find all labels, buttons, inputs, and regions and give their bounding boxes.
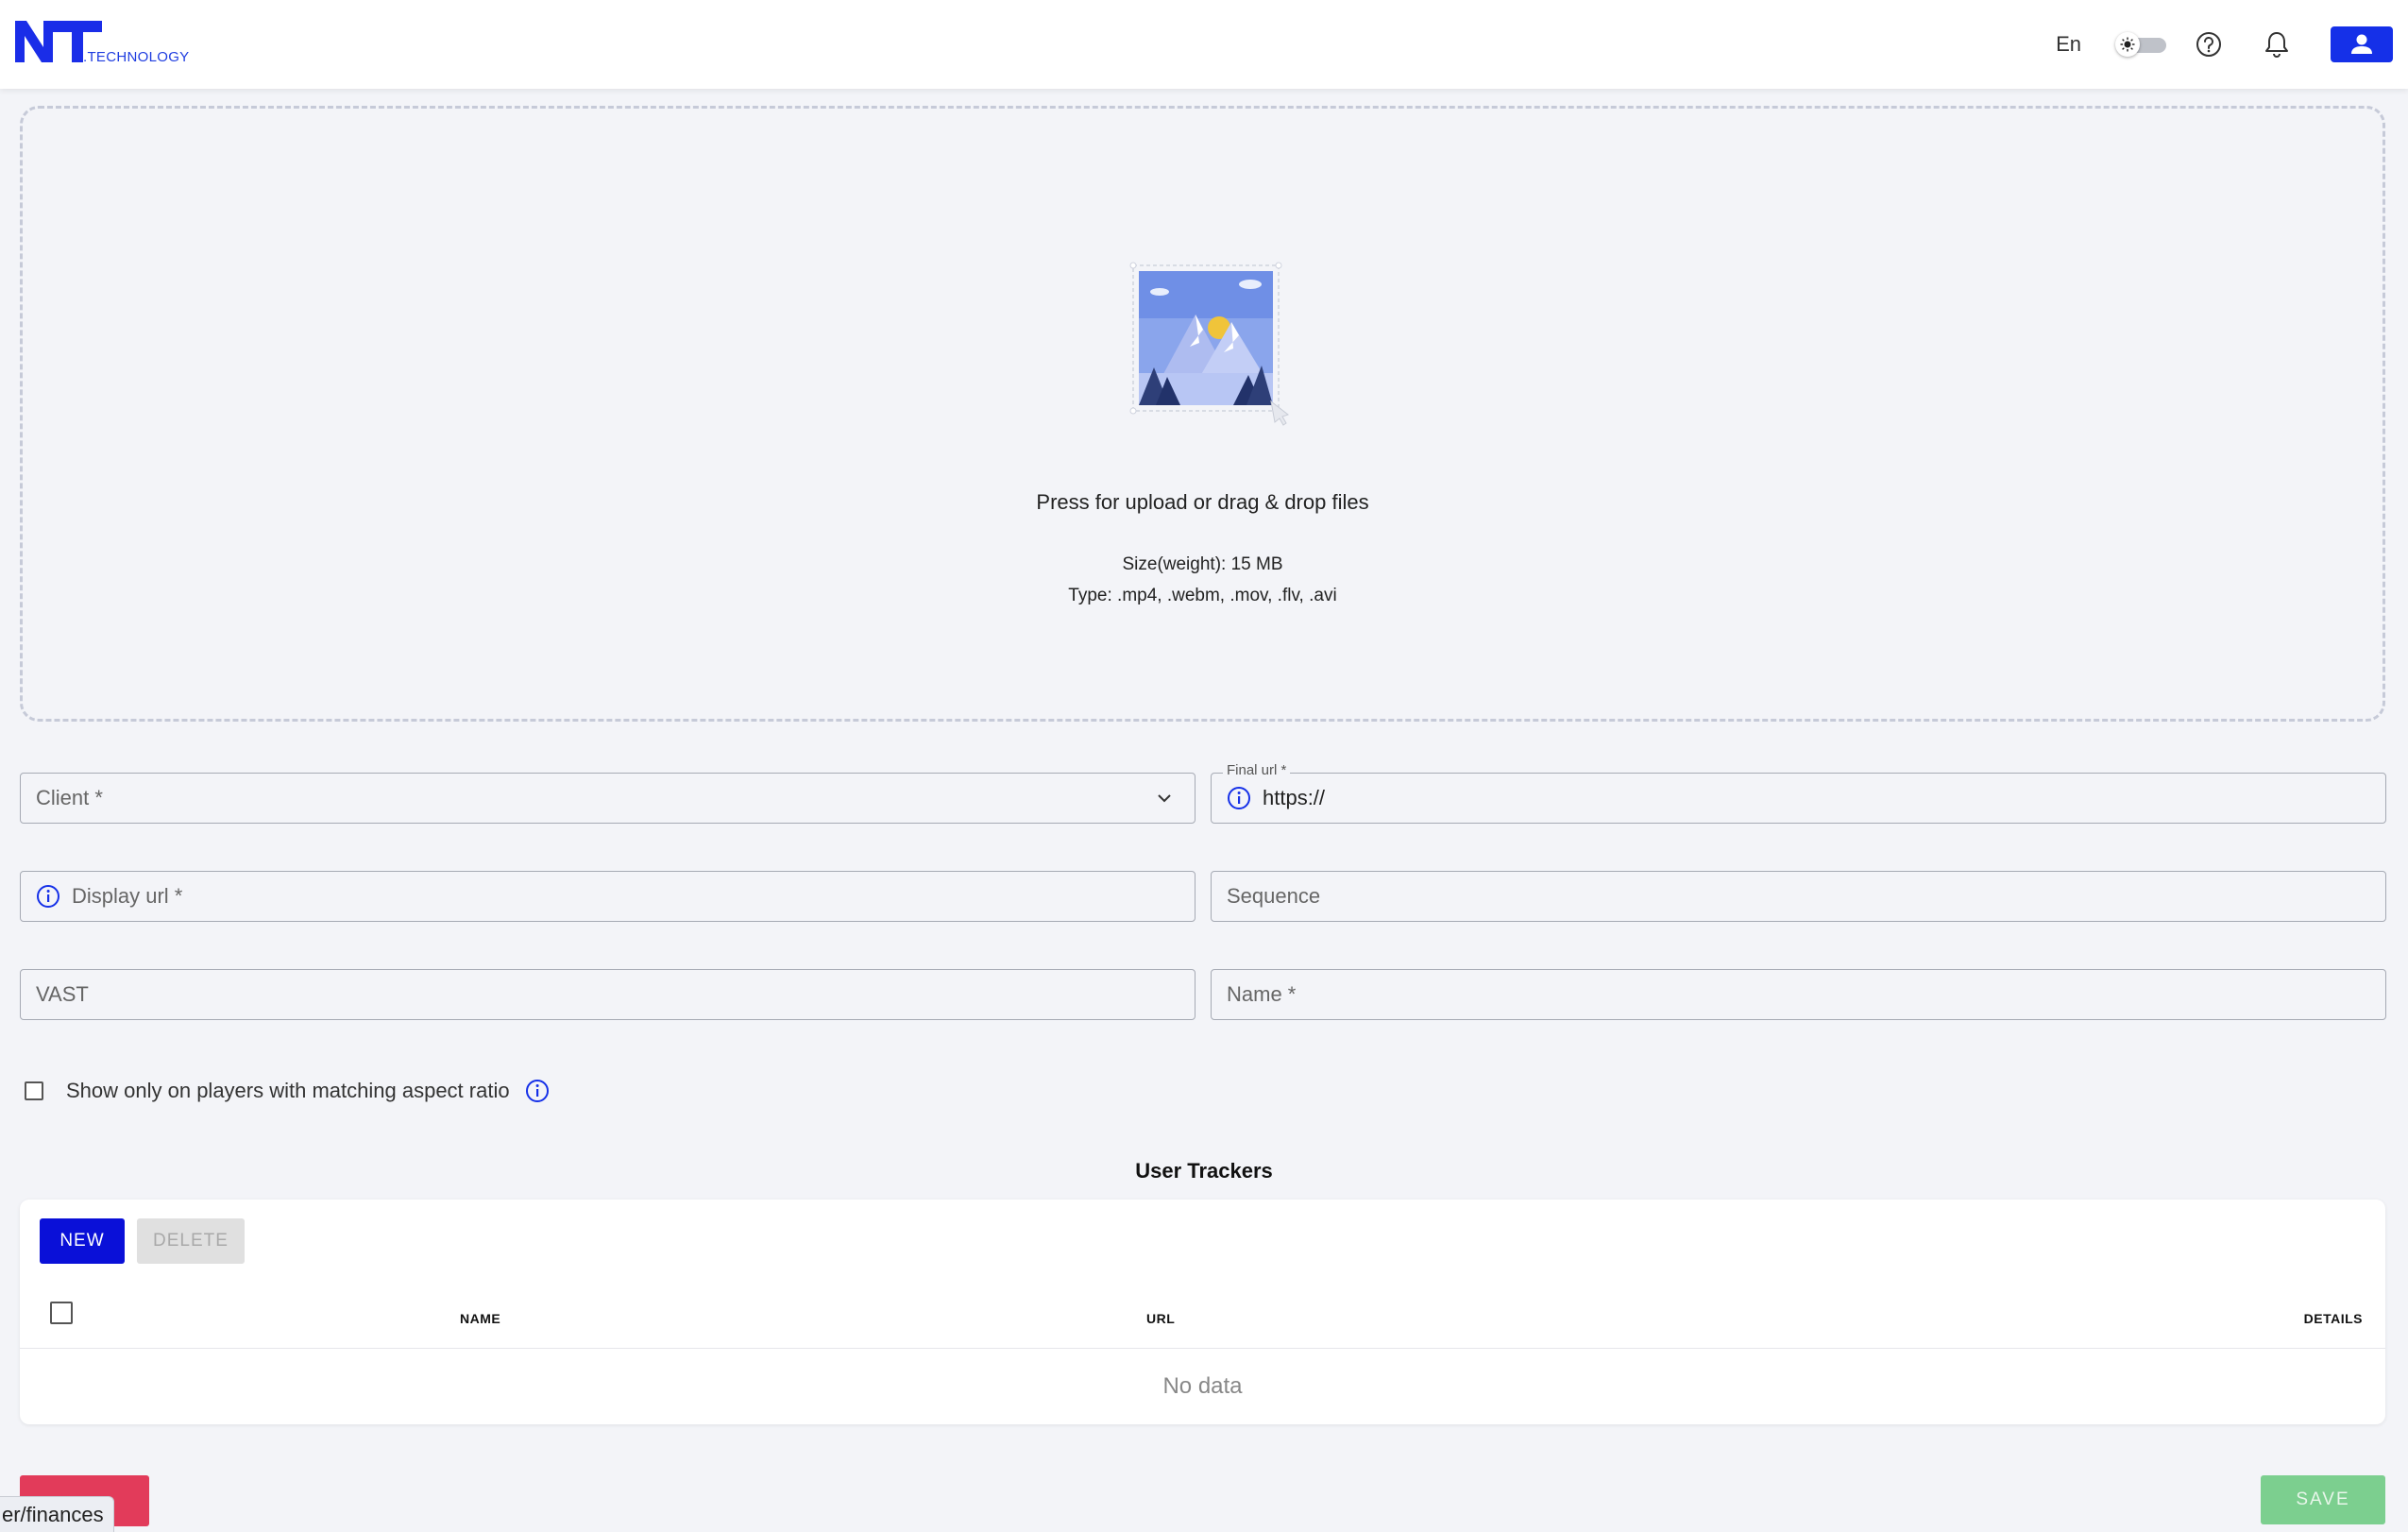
upload-prompt: Press for upload or drag & drop files (1036, 490, 1369, 514)
upload-file-types: Type: .mp4, .webm, .mov, .flv, .avi (1068, 586, 1337, 605)
column-header-name[interactable]: NAME (460, 1311, 500, 1326)
user-icon (2351, 34, 2372, 54)
user-trackers-table: NEW DELETE NAME URL DETAILS No data (20, 1200, 2385, 1424)
user-trackers-title: User Trackers (1135, 1159, 1273, 1183)
aspect-ratio-option: Show only on players with matching aspec… (25, 1075, 550, 1107)
aspect-ratio-checkbox[interactable] (25, 1081, 43, 1100)
sequence-field[interactable]: Sequence (1211, 871, 2386, 922)
name-field[interactable]: Name * (1211, 969, 2386, 1020)
file-dropzone[interactable]: Press for upload or drag & drop files Si… (20, 106, 2385, 722)
client-select[interactable]: Client * (20, 773, 1196, 824)
select-all-checkbox[interactable] (50, 1302, 73, 1324)
info-icon[interactable] (1227, 786, 1251, 810)
aspect-ratio-label: Show only on players with matching aspec… (66, 1079, 510, 1102)
vast-field[interactable]: VAST (20, 969, 1196, 1020)
user-menu-button[interactable] (2331, 26, 2393, 62)
new-tracker-button[interactable]: NEW (40, 1218, 125, 1264)
final-url-field[interactable]: Final url * https:// (1211, 762, 2386, 824)
chevron-down-icon (1158, 794, 1171, 803)
name-placeholder: Name * (1227, 982, 1297, 1006)
final-url-value: https:// (1263, 786, 1326, 809)
client-placeholder: Client * (36, 786, 103, 809)
column-header-details[interactable]: DETAILS (2304, 1311, 2363, 1326)
logo-subtitle: .TECHNOLOGY (83, 49, 190, 65)
top-header: .TECHNOLOGY En (0, 0, 2408, 89)
display-url-placeholder: Display url * (72, 884, 183, 908)
upload-size-limit: Size(weight): 15 MB (1122, 554, 1283, 574)
image-upload-illustration-icon (1129, 262, 1290, 426)
link-url-tooltip: er/finances (0, 1496, 114, 1532)
save-button[interactable]: SAVE (2261, 1475, 2385, 1524)
logo[interactable]: .TECHNOLOGY (15, 19, 195, 68)
delete-tracker-button[interactable]: DELETE (137, 1218, 245, 1264)
info-icon[interactable] (36, 884, 60, 909)
help-icon[interactable] (2195, 30, 2223, 59)
bell-icon[interactable] (2263, 30, 2291, 59)
final-url-label: Final url * (1223, 762, 1291, 778)
sun-icon (2115, 32, 2140, 57)
display-url-field[interactable]: Display url * (20, 871, 1196, 922)
table-header: NAME URL DETAILS (20, 1294, 2385, 1349)
empty-table-message: No data (1162, 1373, 1243, 1399)
sequence-placeholder: Sequence (1227, 884, 1321, 908)
theme-toggle[interactable] (2115, 32, 2166, 57)
vast-placeholder: VAST (36, 982, 89, 1006)
info-icon[interactable] (525, 1079, 550, 1103)
column-header-url[interactable]: URL (1146, 1311, 1175, 1326)
language-selector[interactable]: En (2056, 32, 2081, 57)
